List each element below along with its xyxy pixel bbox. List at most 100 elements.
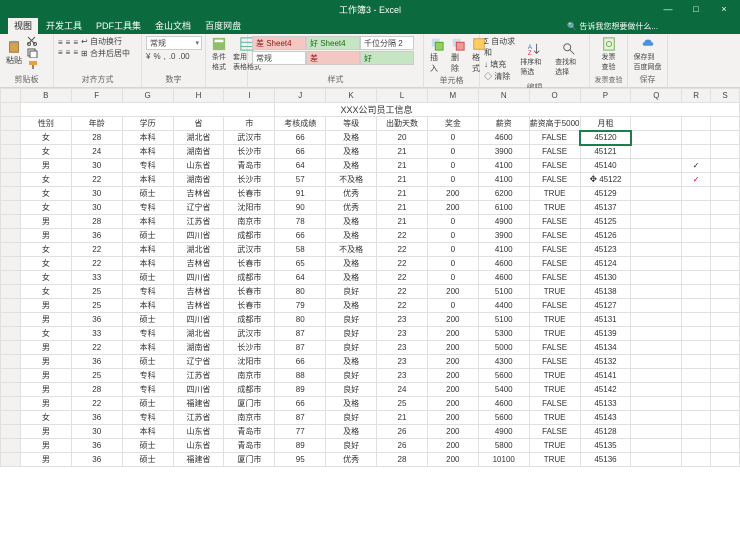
data-cell[interactable]: 45133	[580, 397, 631, 411]
data-cell[interactable]: 45123	[580, 243, 631, 257]
data-cell[interactable]: 3900	[478, 145, 529, 159]
data-cell[interactable]: 及格	[326, 131, 377, 145]
data-cell[interactable]: 男	[20, 453, 71, 467]
data-cell[interactable]: 山东省	[173, 439, 224, 453]
data-cell[interactable]: 87	[275, 327, 326, 341]
data-cell[interactable]: 0	[427, 145, 478, 159]
data-cell[interactable]: 22	[377, 299, 428, 313]
save-baidu-button[interactable]: 保存到 百度网盘	[632, 36, 663, 73]
data-cell[interactable]: 66	[275, 355, 326, 369]
data-cell[interactable]: 专科	[122, 369, 173, 383]
data-cell[interactable]: 45120	[580, 131, 631, 145]
data-cell[interactable]: 24	[377, 383, 428, 397]
data-cell[interactable]: 23	[377, 327, 428, 341]
data-cell[interactable]: 男	[20, 425, 71, 439]
data-cell[interactable]: 良好	[326, 285, 377, 299]
column-header[interactable]: L	[377, 89, 428, 103]
data-cell[interactable]: 45126	[580, 229, 631, 243]
data-cell[interactable]: 及格	[326, 355, 377, 369]
data-cell[interactable]: 45136	[580, 453, 631, 467]
data-cell[interactable]: 硕士	[122, 397, 173, 411]
data-cell[interactable]: 80	[275, 285, 326, 299]
data-cell[interactable]: 江苏省	[173, 215, 224, 229]
data-cell[interactable]: FALSE	[529, 299, 580, 313]
data-cell[interactable]: 6200	[478, 187, 529, 201]
data-cell[interactable]: 88	[275, 369, 326, 383]
data-cell[interactable]: TRUE	[529, 201, 580, 215]
data-cell[interactable]: 厦门市	[224, 453, 275, 467]
data-cell[interactable]: FALSE	[529, 243, 580, 257]
data-cell[interactable]: 本科	[122, 145, 173, 159]
data-cell[interactable]: 0	[427, 257, 478, 271]
data-cell[interactable]: 5600	[478, 411, 529, 425]
data-cell[interactable]: 200	[427, 411, 478, 425]
number-format-combo[interactable]: 常规	[146, 36, 202, 50]
data-cell[interactable]: 硕士	[122, 439, 173, 453]
data-cell[interactable]: 湖北省	[173, 131, 224, 145]
data-cell[interactable]: 湖南省	[173, 173, 224, 187]
data-cell[interactable]: 青岛市	[224, 159, 275, 173]
data-cell[interactable]: 及格	[326, 229, 377, 243]
data-cell[interactable]: 36	[71, 229, 122, 243]
data-cell[interactable]: 4600	[478, 131, 529, 145]
data-cell[interactable]: 4600	[478, 271, 529, 285]
data-cell[interactable]: 长春市	[224, 285, 275, 299]
data-cell[interactable]: 良好	[326, 341, 377, 355]
data-cell[interactable]: 湖南省	[173, 341, 224, 355]
data-cell[interactable]: 21	[377, 187, 428, 201]
data-cell[interactable]: 女	[20, 327, 71, 341]
data-cell[interactable]: 22	[71, 243, 122, 257]
data-cell[interactable]: 22	[71, 173, 122, 187]
decrease-decimal-icon[interactable]: .00	[178, 52, 189, 61]
data-cell[interactable]: 专科	[122, 411, 173, 425]
data-cell[interactable]: FALSE	[529, 257, 580, 271]
tell-me-search[interactable]: 🔍 告诉我您想要做什么...	[563, 19, 662, 34]
data-cell[interactable]: 硕士	[122, 355, 173, 369]
data-cell[interactable]: TRUE	[529, 411, 580, 425]
data-cell[interactable]: 优秀	[326, 201, 377, 215]
data-cell[interactable]: 四川省	[173, 313, 224, 327]
align-middle-icon[interactable]: ≡	[66, 38, 71, 47]
data-cell[interactable]: 28	[71, 131, 122, 145]
data-cell[interactable]: 4900	[478, 425, 529, 439]
column-header[interactable]: I	[224, 89, 275, 103]
data-cell[interactable]: 0	[427, 159, 478, 173]
data-cell[interactable]: 5100	[478, 313, 529, 327]
data-cell[interactable]: 200	[427, 369, 478, 383]
style-good[interactable]: 好	[360, 51, 414, 65]
column-header[interactable]: R	[682, 89, 711, 103]
align-right-icon[interactable]: ≡	[73, 48, 78, 57]
column-header[interactable]: N	[478, 89, 529, 103]
data-cell[interactable]: TRUE	[529, 453, 580, 467]
style-good-sheet4[interactable]: 好 Sheet4	[306, 36, 360, 50]
data-cell[interactable]: 5600	[478, 369, 529, 383]
data-cell[interactable]: 200	[427, 313, 478, 327]
data-cell[interactable]: 22	[71, 397, 122, 411]
data-cell[interactable]: 女	[20, 257, 71, 271]
column-header[interactable]: S	[711, 89, 740, 103]
conditional-format-button[interactable]: 条件格式	[210, 36, 228, 73]
data-cell[interactable]: 女	[20, 173, 71, 187]
data-cell[interactable]: 0	[427, 215, 478, 229]
data-cell[interactable]: 男	[20, 355, 71, 369]
data-cell[interactable]: 4100	[478, 243, 529, 257]
data-cell[interactable]: 22	[71, 257, 122, 271]
data-cell[interactable]: 5300	[478, 327, 529, 341]
data-cell[interactable]: 良好	[326, 327, 377, 341]
data-cell[interactable]: 89	[275, 383, 326, 397]
data-cell[interactable]: 22	[377, 271, 428, 285]
data-cell[interactable]: 26	[377, 425, 428, 439]
data-cell[interactable]: FALSE	[529, 145, 580, 159]
data-cell[interactable]: 及格	[326, 425, 377, 439]
find-select-button[interactable]: 查找和选择	[553, 41, 585, 78]
data-cell[interactable]: 男	[20, 341, 71, 355]
data-cell[interactable]: 28	[71, 215, 122, 229]
data-cell[interactable]: 女	[20, 201, 71, 215]
column-header[interactable]: O	[529, 89, 580, 103]
data-cell[interactable]: 青岛市	[224, 439, 275, 453]
data-cell[interactable]: 66	[275, 397, 326, 411]
data-cell[interactable]: TRUE	[529, 313, 580, 327]
fill-button[interactable]: ↓ 填充	[484, 59, 515, 70]
data-cell[interactable]: 200	[427, 397, 478, 411]
align-center-icon[interactable]: ≡	[66, 48, 71, 57]
